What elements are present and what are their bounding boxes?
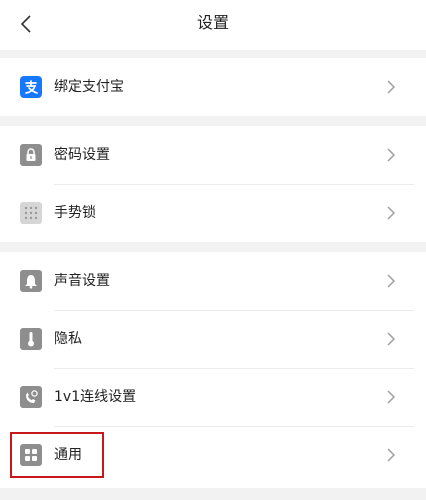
- row-1v1-link-settings[interactable]: 1v1连线设置: [0, 368, 426, 426]
- row-gesture-lock[interactable]: 手势锁: [0, 184, 426, 242]
- page-title: 设置: [196, 13, 229, 32]
- chevron-right-icon: [387, 448, 396, 462]
- lock-icon: [20, 144, 42, 166]
- chevron-right-icon: [387, 332, 396, 346]
- section-general: 声音设置 隐私 1v1连线设置 通用: [0, 252, 426, 488]
- thermometer-icon: [20, 328, 42, 350]
- gesture-grid-icon: [20, 202, 42, 224]
- phone-link-icon: [20, 386, 42, 408]
- row-label-password-settings: 密码设置: [54, 147, 110, 163]
- row-label-privacy: 隐私: [54, 331, 82, 347]
- chevron-right-icon: [387, 80, 396, 94]
- chevron-right-icon: [387, 274, 396, 288]
- grid-apps-icon: [20, 444, 42, 466]
- section-alipay: 绑定支付宝: [0, 58, 426, 116]
- alipay-icon: [20, 76, 42, 98]
- chevron-right-icon: [387, 148, 396, 162]
- chevron-right-icon: [387, 206, 396, 220]
- row-label-general: 通用: [54, 447, 82, 463]
- top-bar: 设置: [0, 0, 426, 50]
- row-bind-alipay[interactable]: 绑定支付宝: [0, 58, 426, 116]
- row-general[interactable]: 通用: [0, 426, 426, 484]
- bell-icon: [20, 270, 42, 292]
- row-label-gesture-lock: 手势锁: [54, 205, 96, 221]
- row-sound-settings[interactable]: 声音设置: [0, 252, 426, 310]
- section-security: 密码设置 手势锁: [0, 126, 426, 242]
- row-label-1v1-link-settings: 1v1连线设置: [54, 389, 137, 405]
- row-privacy[interactable]: 隐私: [0, 310, 426, 368]
- row-label-sound-settings: 声音设置: [54, 273, 110, 289]
- row-label-bind-alipay: 绑定支付宝: [54, 79, 124, 95]
- chevron-right-icon: [387, 390, 396, 404]
- row-password-settings[interactable]: 密码设置: [0, 126, 426, 184]
